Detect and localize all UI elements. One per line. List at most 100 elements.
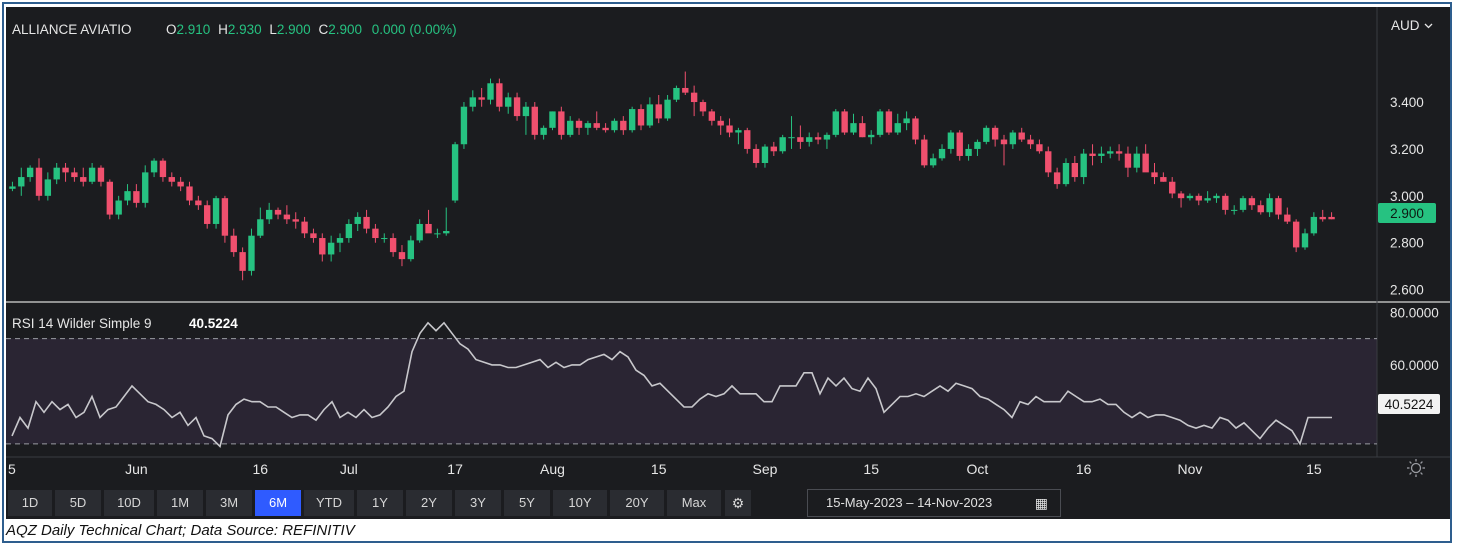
candle-body xyxy=(575,120,583,128)
range-button-1d[interactable]: 1D xyxy=(8,490,52,516)
candle-body xyxy=(212,198,220,224)
candle-body xyxy=(124,191,131,201)
range-button-5y[interactable]: 5Y xyxy=(504,490,550,516)
date-separator: – xyxy=(902,495,918,510)
candle-body xyxy=(168,177,175,182)
candle-body xyxy=(664,99,671,119)
candle-body xyxy=(1328,216,1335,220)
candle-body xyxy=(1089,153,1096,156)
low-value: 2.900 xyxy=(277,22,311,37)
candle-body xyxy=(1177,193,1185,199)
time-tick-label: 15 xyxy=(863,461,879,477)
range-button-1m[interactable]: 1M xyxy=(157,490,203,516)
price-tick-label: 3.400 xyxy=(1390,95,1424,110)
candle-down xyxy=(221,195,229,243)
rsi-tick-label: 60.0000 xyxy=(1390,358,1439,373)
currency-label[interactable]: AUD xyxy=(1391,18,1420,33)
candle-body xyxy=(451,144,459,201)
candle-body xyxy=(478,97,485,100)
candle-down xyxy=(841,109,848,135)
candle-body xyxy=(257,219,264,236)
candle-body xyxy=(929,158,937,166)
candle-body xyxy=(841,111,848,133)
candle-up xyxy=(779,134,786,154)
ohlc-readout: O2.910 H2.930 L2.900 C2.900 0.000 (0.00%… xyxy=(166,22,457,37)
rsi-label: RSI 14 Wilder Simple 9 xyxy=(12,316,152,331)
candle-down xyxy=(106,179,114,220)
candle-body xyxy=(88,167,96,182)
rsi-last-tag: 40.5224 xyxy=(1378,394,1440,414)
range-button-10y[interactable]: 10Y xyxy=(553,490,607,516)
candle-body xyxy=(1098,153,1105,156)
open-label: O xyxy=(166,22,177,37)
range-button-10d[interactable]: 10D xyxy=(104,490,154,516)
candle-body xyxy=(496,83,503,107)
candle-body xyxy=(1009,132,1017,145)
candle-body xyxy=(159,160,167,178)
candle-body xyxy=(859,123,866,138)
price-tick-label: 3.000 xyxy=(1390,189,1424,204)
range-button-6m[interactable]: 6M xyxy=(255,490,301,516)
candle-body xyxy=(991,127,999,140)
candle-body xyxy=(1000,139,1008,145)
date-range-picker[interactable]: 15-May-2023 – 14-Nov-2023 ▦ xyxy=(807,489,1061,517)
close-label: C xyxy=(318,22,328,37)
candle-body xyxy=(265,209,273,220)
last-price-value: 2.900 xyxy=(1390,206,1424,221)
time-tick-label: 17 xyxy=(447,461,463,477)
candle-body xyxy=(832,111,839,135)
candle-body xyxy=(230,235,237,253)
range-button-3m[interactable]: 3M xyxy=(206,490,252,516)
candle-body xyxy=(1133,153,1140,168)
candle-body xyxy=(106,181,114,215)
candle-body xyxy=(806,137,813,142)
time-tick-label: 16 xyxy=(1076,461,1092,477)
range-button-5d[interactable]: 5D xyxy=(55,490,101,516)
candle-body xyxy=(620,120,627,131)
candle-body xyxy=(1142,153,1149,173)
candle-body xyxy=(903,118,910,124)
candle-body xyxy=(301,221,308,234)
range-button-20y[interactable]: 20Y xyxy=(610,490,664,516)
candle-body xyxy=(195,200,202,206)
candle-body xyxy=(531,106,538,135)
candle-body xyxy=(593,123,600,128)
gear-icon[interactable]: ⚙ xyxy=(725,490,751,516)
range-button-max[interactable]: Max xyxy=(667,490,721,516)
range-button-1y[interactable]: 1Y xyxy=(357,490,403,516)
candle-body xyxy=(965,148,972,156)
candle-body xyxy=(1080,153,1087,178)
candle-body xyxy=(1204,198,1211,201)
candle-body xyxy=(974,141,981,149)
candle-body xyxy=(938,148,946,159)
candle-body xyxy=(1275,198,1282,215)
calendar-icon[interactable]: ▦ xyxy=(1035,490,1048,516)
candle-body xyxy=(389,238,397,253)
candle-up xyxy=(673,85,680,103)
candle-up xyxy=(832,109,839,138)
candle-body xyxy=(770,146,778,152)
candle-body xyxy=(744,130,751,149)
candle-body xyxy=(850,123,857,133)
candle-body xyxy=(142,172,149,203)
candle-body xyxy=(1018,132,1025,140)
candle-body xyxy=(513,97,521,117)
candle-body xyxy=(1186,195,1194,199)
candle-body xyxy=(26,167,34,178)
range-button-2y[interactable]: 2Y xyxy=(406,490,452,516)
date-to: 14-Nov-2023 xyxy=(917,495,993,510)
candle-body xyxy=(1239,198,1247,210)
candle-body xyxy=(1045,151,1052,173)
candle-body xyxy=(398,252,406,260)
range-button-ytd[interactable]: YTD xyxy=(304,490,354,516)
candle-body xyxy=(407,240,415,260)
candle-body xyxy=(921,139,928,166)
candle-up xyxy=(1239,195,1247,213)
candle-body xyxy=(133,191,140,203)
candle-body xyxy=(35,167,43,196)
candle-body xyxy=(381,238,388,240)
range-button-3y[interactable]: 3Y xyxy=(455,490,501,516)
price-chart[interactable]: 3.400 3.200 3.000 2.800 2.600 80.0000 60.0000… xyxy=(6,7,1450,487)
candle-body xyxy=(416,223,423,241)
time-tick-label: Aug xyxy=(540,461,565,477)
